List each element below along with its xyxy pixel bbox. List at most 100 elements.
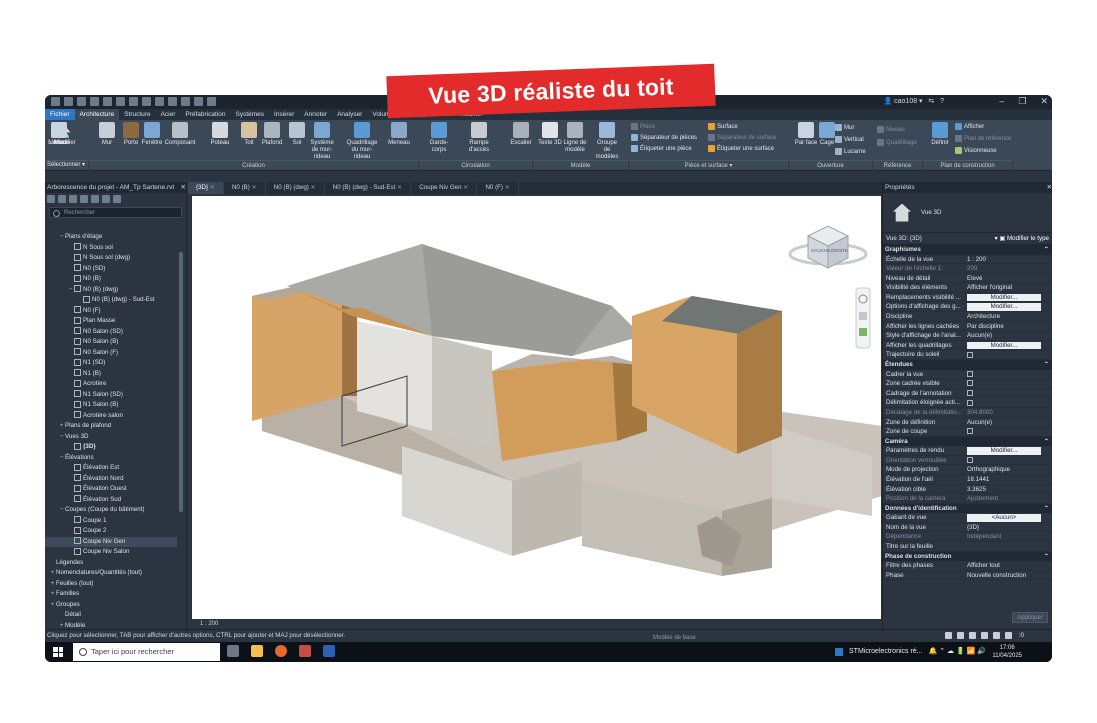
view-tab-close-icon[interactable]: ✕	[208, 184, 215, 191]
browser-tree-item[interactable]: Coupe Niv Gen	[45, 536, 177, 547]
property-edit-button[interactable]: <Aucun>	[967, 514, 1041, 522]
windows-start-icon[interactable]	[53, 647, 63, 657]
property-value[interactable]: Modifier...	[965, 293, 1052, 302]
property-row[interactable]: Élévation de l'œil 18.1441	[883, 475, 1052, 485]
zoom-icon[interactable]	[859, 328, 867, 336]
save-icon[interactable]	[77, 97, 86, 106]
tree-toggle-icon[interactable]: +	[49, 568, 56, 579]
ribbon-tab[interactable]: Acier	[156, 109, 181, 120]
measure-icon[interactable]	[142, 97, 151, 106]
tree-toggle-icon[interactable]: −	[58, 232, 65, 243]
ribbon-button[interactable]: Garde-corps	[425, 122, 453, 154]
browser-tree-item[interactable]: + Feuilles (tout)	[45, 579, 177, 590]
property-value[interactable]: Architecture	[965, 312, 1052, 321]
text-icon[interactable]	[155, 97, 164, 106]
file-explorer-icon[interactable]	[251, 645, 263, 657]
piece-button[interactable]: Pièce	[631, 123, 655, 130]
browser-tree-item[interactable]: − Vues 3D	[45, 432, 177, 443]
browser-tree-item[interactable]: N0 (SD)	[45, 264, 177, 275]
tree-toggle-icon[interactable]: −	[58, 505, 65, 516]
browser-tool-5-icon[interactable]	[91, 195, 99, 203]
revit-icon[interactable]	[323, 645, 335, 657]
view-tab-close-icon[interactable]: ✕	[503, 184, 510, 191]
tree-toggle-icon[interactable]: +	[49, 600, 56, 611]
app-icon[interactable]	[51, 97, 60, 106]
browser-tree-item[interactable]: N0 (F)	[45, 306, 177, 317]
property-section-header[interactable]: Données d'identification ⌃	[883, 503, 1052, 514]
collapse-icon[interactable]: ⌃	[1044, 504, 1049, 514]
3d-view-icon[interactable]	[168, 97, 177, 106]
view-selector[interactable]: Vue 3D: {3D}	[886, 233, 922, 244]
property-row[interactable]: Titre sur la feuille	[883, 542, 1052, 552]
user-account[interactable]: 👤 cao108 ▾ ⇆ ?	[883, 97, 944, 105]
browser-tree-item[interactable]: N0 (B)	[45, 274, 177, 285]
ribbon-button[interactable]: Groupe de modèles	[593, 122, 621, 161]
property-section-header[interactable]: Phase de construction ⌃	[883, 551, 1052, 562]
property-value[interactable]: Orthographique	[965, 465, 1052, 474]
ribbon-tab[interactable]: Structure	[119, 109, 155, 120]
taskbar-clock[interactable]: 17:06 11/04/2025	[992, 644, 1022, 660]
ribbon-tab[interactable]: Fichier	[45, 109, 75, 120]
view-scale[interactable]: 1 : 200	[200, 621, 218, 627]
ribbon-button[interactable]: Système de mur-rideau	[308, 122, 336, 161]
ribbon-tab[interactable]: Architecture	[74, 109, 120, 120]
browser-tree-item[interactable]: − Plans d'étage	[45, 232, 177, 243]
define-button[interactable]: Définir	[929, 122, 951, 147]
close-icon[interactable]: ✕	[1040, 96, 1048, 107]
property-value[interactable]	[965, 542, 1052, 551]
ribbon-tab[interactable]: Annoter	[299, 109, 332, 120]
3d-viewport[interactable]: GAUCHE DROITE	[192, 196, 882, 619]
ribbon-tab[interactable]: Préfabrication	[180, 109, 230, 120]
browser-tree-item[interactable]: Coupe 2	[45, 526, 177, 537]
room-separator-button[interactable]: Séparateur de pièces	[631, 134, 697, 141]
select-face-icon[interactable]	[981, 632, 988, 639]
property-row[interactable]: Phase Nouvelle construction	[883, 571, 1052, 581]
property-row[interactable]: Niveau de détail Elevé	[883, 274, 1052, 284]
apply-button[interactable]: Appliquer	[1012, 612, 1048, 623]
undo-icon[interactable]	[103, 97, 112, 106]
select-pinned-icon[interactable]	[969, 632, 976, 639]
property-row[interactable]: Visibilité des éléments Afficher l'origin…	[883, 283, 1052, 293]
property-value[interactable]	[965, 350, 1052, 359]
property-row[interactable]: Zone de définition Aucun(e)	[883, 418, 1052, 428]
task-view-icon[interactable]	[227, 645, 239, 657]
property-value[interactable]: Nouvelle construction	[965, 571, 1052, 580]
browser-tool-7-icon[interactable]	[113, 195, 121, 203]
property-value[interactable]: {3D}	[965, 523, 1052, 532]
browser-tree-item[interactable]: N1 Salon (SD)	[45, 390, 177, 401]
property-value[interactable]	[965, 389, 1052, 398]
minimize-icon[interactable]: –	[999, 96, 1004, 107]
restore-icon[interactable]: ❐	[1018, 96, 1026, 107]
browser-tree-item[interactable]: + Plans de plafond	[45, 421, 177, 432]
ribbon-button[interactable]: Ligne de modèle	[561, 122, 589, 154]
ouverture-small-button[interactable]: Vertical	[835, 136, 864, 143]
property-row[interactable]: Style d'affichage de l'anal... Aucun(e)	[883, 331, 1052, 341]
browser-tree-item[interactable]: Élévation Ouest	[45, 484, 177, 495]
browser-tool-1-icon[interactable]	[47, 195, 55, 203]
property-checkbox[interactable]	[967, 380, 973, 387]
view-tab[interactable]: N0 (B) (dwg) ✕	[266, 182, 325, 194]
property-value[interactable]: 18.1441	[965, 475, 1052, 484]
property-value[interactable]: Elevé	[965, 274, 1052, 283]
browser-tree-item[interactable]: − N0 (B) (dwg)	[45, 285, 177, 296]
property-value[interactable]	[965, 379, 1052, 388]
property-checkbox[interactable]	[967, 399, 973, 406]
browser-tree-item[interactable]: + Groupes	[45, 600, 177, 611]
thin-lines-icon[interactable]	[194, 97, 203, 106]
ribbon-tab[interactable]: Analyser	[332, 109, 367, 120]
property-edit-button[interactable]: Modifier...	[967, 293, 1041, 302]
browser-tree-item[interactable]: Légendes	[45, 558, 177, 569]
browser-tree-item[interactable]: Acrotère	[45, 379, 177, 390]
browser-tree-item[interactable]: {3D}	[45, 442, 177, 453]
ribbon-button[interactable]: Escalier	[507, 122, 535, 147]
close-views-icon[interactable]	[207, 97, 216, 106]
browser-scrollbar[interactable]	[179, 252, 183, 512]
browser-tree-item[interactable]: N0 (B) (dwg) - Sud-Est	[45, 295, 177, 306]
collapse-icon[interactable]: ⌃	[1044, 245, 1049, 255]
property-row[interactable]: Options d'affichage des g... Modifier...	[883, 302, 1052, 313]
tree-toggle-icon[interactable]: +	[58, 421, 65, 432]
sync-icon[interactable]	[90, 97, 99, 106]
browser-search-input[interactable]: Rechercher	[49, 207, 182, 218]
ribbon-button[interactable]: Meneau	[385, 122, 413, 147]
show-workplane-button[interactable]: Afficher	[955, 123, 984, 130]
